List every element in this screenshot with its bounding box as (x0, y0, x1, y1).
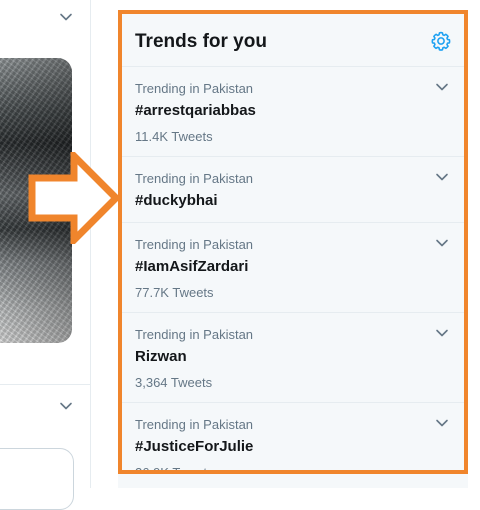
trend-context: Trending in Pakistan (135, 327, 254, 342)
feed-column (0, 0, 91, 510)
trend-tweet-count: 77.7K Tweets (135, 285, 214, 300)
trend-item[interactable]: Trending in Pakistan #IamAsifZardari 77.… (122, 223, 464, 313)
trend-name: Rizwan (135, 348, 187, 365)
trend-context: Trending in Pakistan (135, 417, 254, 432)
gear-icon[interactable] (430, 30, 452, 52)
feed-divider (0, 384, 90, 385)
trends-title: Trends for you (135, 31, 267, 52)
trend-tweet-count: 3,364 Tweets (135, 375, 213, 390)
trend-item[interactable]: Trending in Pakistan #duckybhai (122, 157, 464, 223)
trend-context: Trending in Pakistan (135, 81, 254, 96)
chevron-down-icon[interactable] (434, 325, 450, 341)
trend-context: Trending in Pakistan (135, 171, 254, 186)
trend-name: #arrestqariabbas (135, 102, 256, 119)
trend-item[interactable]: Trending in Pakistan Rizwan 3,364 Tweets (122, 313, 464, 403)
panel-footer-strip (118, 474, 468, 488)
chevron-down-icon[interactable] (434, 169, 450, 185)
trend-tweet-count: 26.9K Tweets (135, 465, 214, 474)
annotation-arrow (28, 152, 121, 244)
chevron-down-icon[interactable] (58, 398, 74, 414)
trend-item[interactable]: Trending in Pakistan #arrestqariabbas 11… (122, 67, 464, 157)
chevron-down-icon[interactable] (58, 9, 74, 25)
tweet-card-stub[interactable] (0, 448, 74, 510)
chevron-down-icon[interactable] (434, 79, 450, 95)
trend-tweet-count: 11.4K Tweets (135, 129, 213, 144)
trend-name: #IamAsifZardari (135, 258, 249, 275)
chevron-down-icon[interactable] (434, 235, 450, 251)
trend-name: #duckybhai (135, 192, 218, 209)
chevron-down-icon[interactable] (434, 415, 450, 431)
trend-item[interactable]: Trending in Pakistan #JusticeForJulie 26… (122, 403, 464, 474)
trend-name: #JusticeForJulie (135, 438, 254, 455)
trend-context: Trending in Pakistan (135, 237, 254, 252)
trends-header: Trends for you (122, 14, 464, 67)
trends-panel: Trends for you Trending in Pakistan #arr… (118, 10, 468, 474)
